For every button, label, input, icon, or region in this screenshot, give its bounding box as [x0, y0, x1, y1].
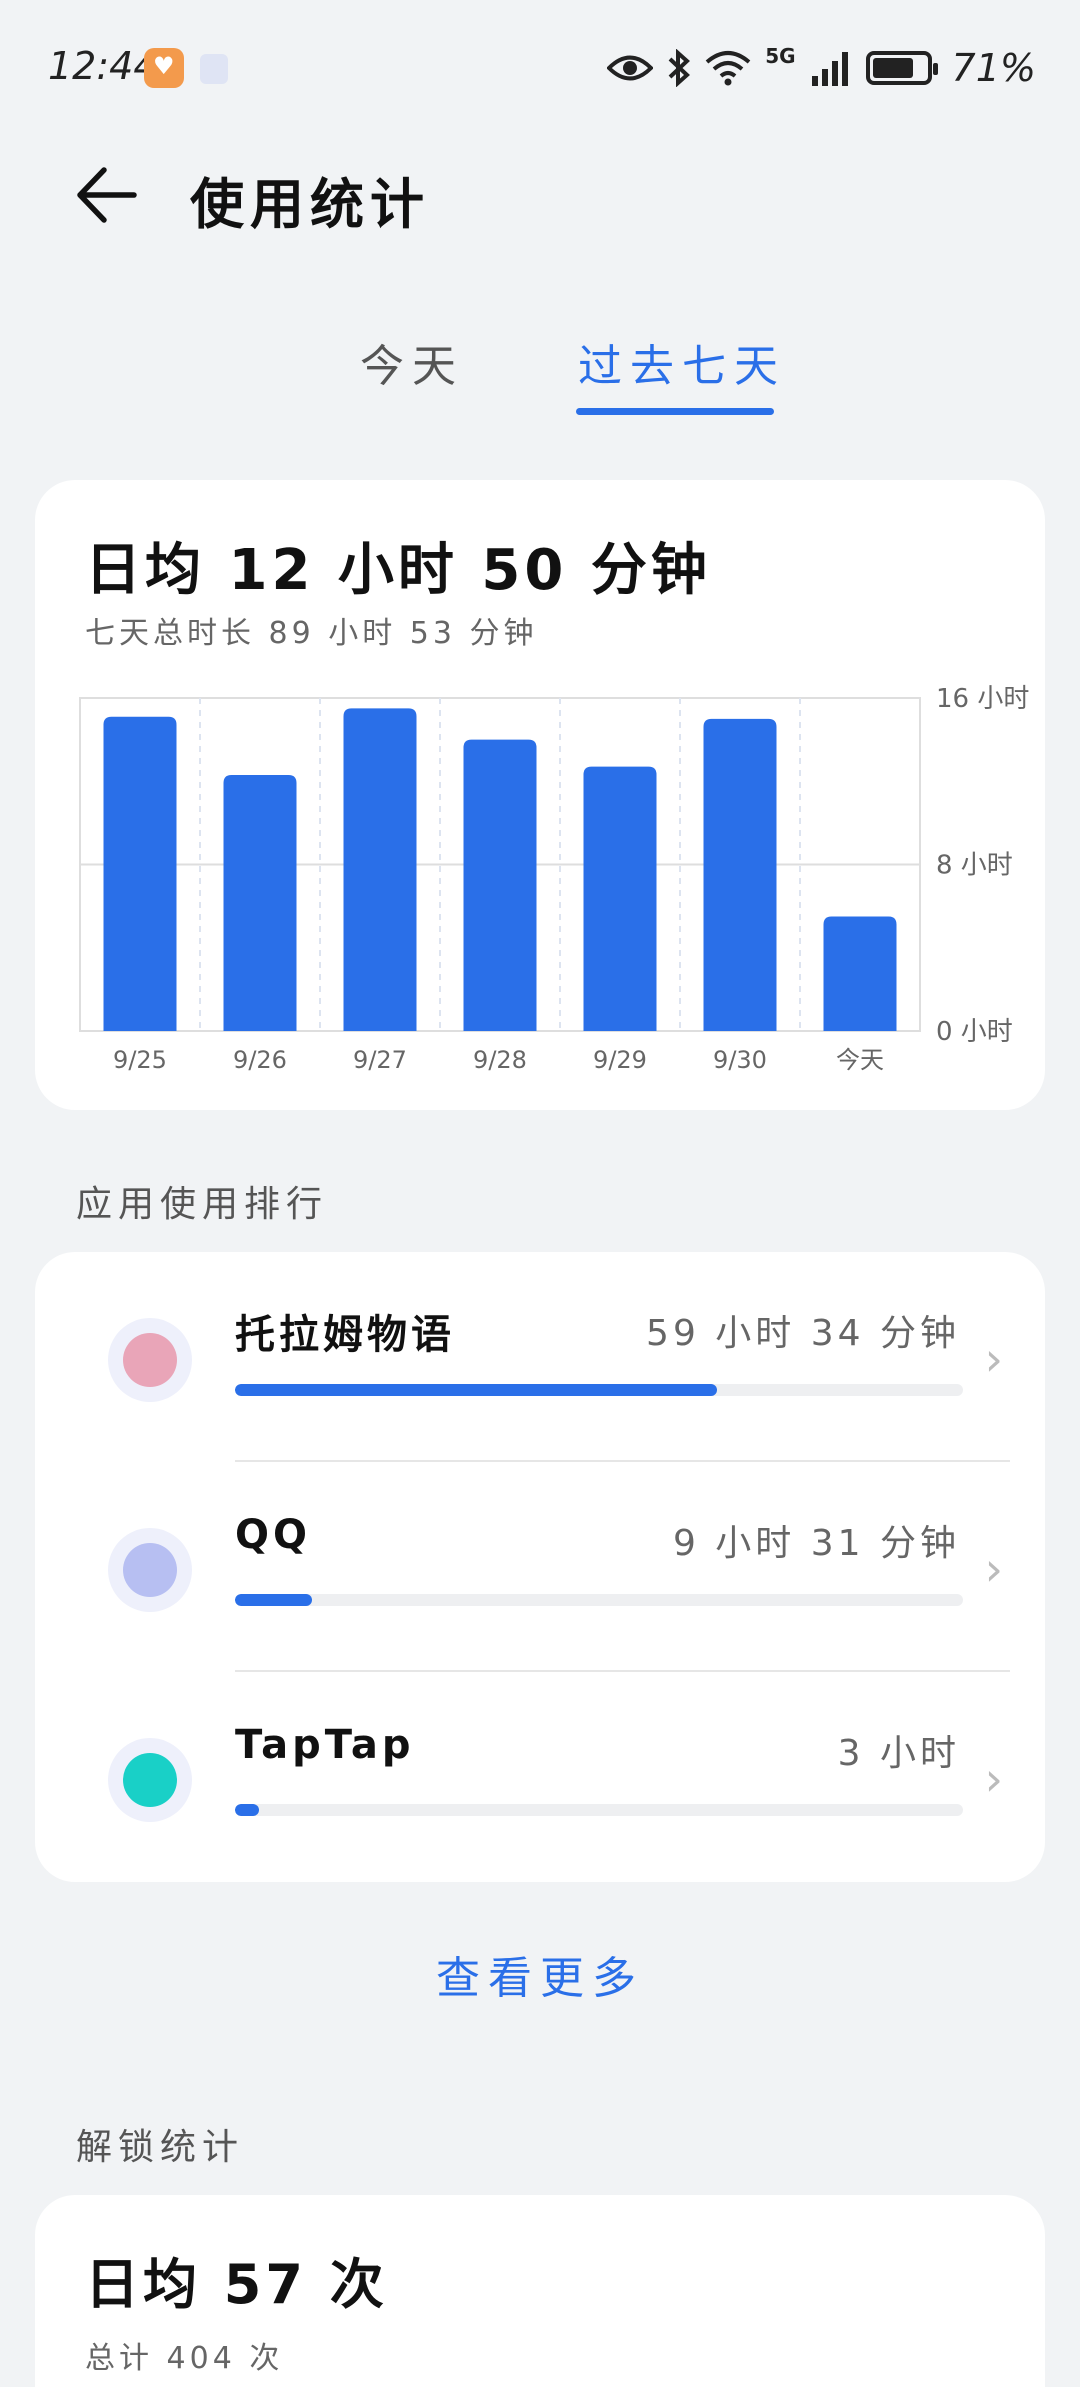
list-item-app[interactable]: QQ 9 小时 31 分钟 › — [35, 1462, 1045, 1672]
battery-percent: 71% — [951, 46, 1036, 90]
x-tick-label: 9/29 — [593, 1046, 647, 1074]
chevron-right-icon: › — [984, 1752, 1003, 1806]
usage-bar-chart: 0 小时 8 小时 16 小时 9/25 9/26 9/27 9/28 9/29 9/30 今天 — [79, 684, 1029, 1074]
y-tick-label: 0 小时 — [936, 1017, 1013, 1047]
page-title: 使用统计 — [190, 173, 430, 236]
list-item-app[interactable]: TapTap 3 小时 › — [35, 1672, 1045, 1882]
status-icons: 5G 71% — [607, 44, 1036, 90]
app-notification-icon — [144, 48, 184, 88]
y-tick-label: 8 小时 — [936, 851, 1013, 881]
chart-bar — [823, 916, 897, 1031]
chevron-right-icon: › — [984, 1332, 1003, 1386]
usage-progress-fill — [235, 1804, 260, 1816]
total-unlocks: 总计 404 次 — [85, 2341, 284, 2376]
network-type: 5G — [765, 44, 796, 68]
list-item-app[interactable]: 托拉姆物语 59 小时 34 分钟 › — [35, 1252, 1045, 1462]
x-tick-label: 今天 — [836, 1046, 884, 1074]
bluetooth-icon — [668, 49, 691, 87]
usage-card: 日均 12 小时 50 分钟 七天总时长 89 小时 53 分钟 0 小时 8 小… — [35, 480, 1045, 1110]
chevron-right-icon: › — [984, 1542, 1003, 1596]
eye-icon — [607, 55, 654, 81]
status-time: 12:44 — [48, 44, 158, 88]
x-tick-label: 9/26 — [233, 1046, 287, 1074]
usage-progress-fill — [235, 1594, 313, 1606]
status-bar: 12:44 5G 71% — [0, 0, 1080, 140]
arrow-left-icon — [77, 167, 137, 223]
unlock-card: 日均 57 次 总计 404 次 — [35, 2195, 1045, 2387]
wifi-icon — [705, 51, 751, 86]
toram-app-icon — [90, 1304, 210, 1414]
see-more-button[interactable]: 查看更多 — [0, 1942, 1080, 2006]
usage-progress-bar — [235, 1384, 963, 1396]
taptap-app-icon — [90, 1724, 210, 1834]
app-usage-time: 9 小时 31 分钟 — [672, 1523, 960, 1564]
unlock-section-title: 解锁统计 — [76, 2127, 245, 2168]
tab-today[interactable]: 今天 — [360, 330, 464, 394]
signal-icon — [811, 52, 848, 86]
app-name: 托拉姆物语 — [235, 1312, 455, 1358]
x-tick-label: 9/25 — [113, 1046, 167, 1074]
x-tick-label: 9/30 — [713, 1046, 767, 1074]
back-button[interactable] — [70, 160, 140, 230]
period-tabs: 今天 过去七天 — [0, 330, 1080, 420]
shield-icon — [200, 54, 228, 84]
y-tick-label: 16 小时 — [936, 684, 1029, 714]
usage-progress-bar — [235, 1804, 963, 1816]
chart-bar — [583, 766, 657, 1031]
chart-bar — [703, 718, 777, 1031]
usage-progress-bar — [235, 1594, 963, 1606]
qq-app-icon — [90, 1514, 210, 1624]
chart-bar — [103, 716, 177, 1031]
usage-progress-fill — [235, 1384, 717, 1396]
ranking-section-title: 应用使用排行 — [76, 1184, 329, 1225]
x-tick-label: 9/27 — [353, 1046, 407, 1074]
app-usage-time: 3 小时 — [837, 1733, 960, 1774]
app-usage-time: 59 小时 34 分钟 — [646, 1313, 960, 1354]
x-tick-label: 9/28 — [473, 1046, 527, 1074]
app-name: TapTap — [235, 1722, 415, 1768]
chart-bar — [463, 739, 537, 1031]
chart-bar — [343, 708, 417, 1031]
active-tab-indicator — [576, 408, 774, 415]
daily-average-unlocks: 日均 57 次 — [85, 2253, 388, 2316]
app-name: QQ — [235, 1512, 312, 1558]
tab-past-seven-days[interactable]: 过去七天 — [578, 330, 786, 394]
battery-icon — [865, 51, 938, 85]
ranking-card: 托拉姆物语 59 小时 34 分钟 › QQ 9 小时 31 分钟 › TapT… — [35, 1252, 1045, 1882]
chart-bar — [223, 775, 297, 1031]
